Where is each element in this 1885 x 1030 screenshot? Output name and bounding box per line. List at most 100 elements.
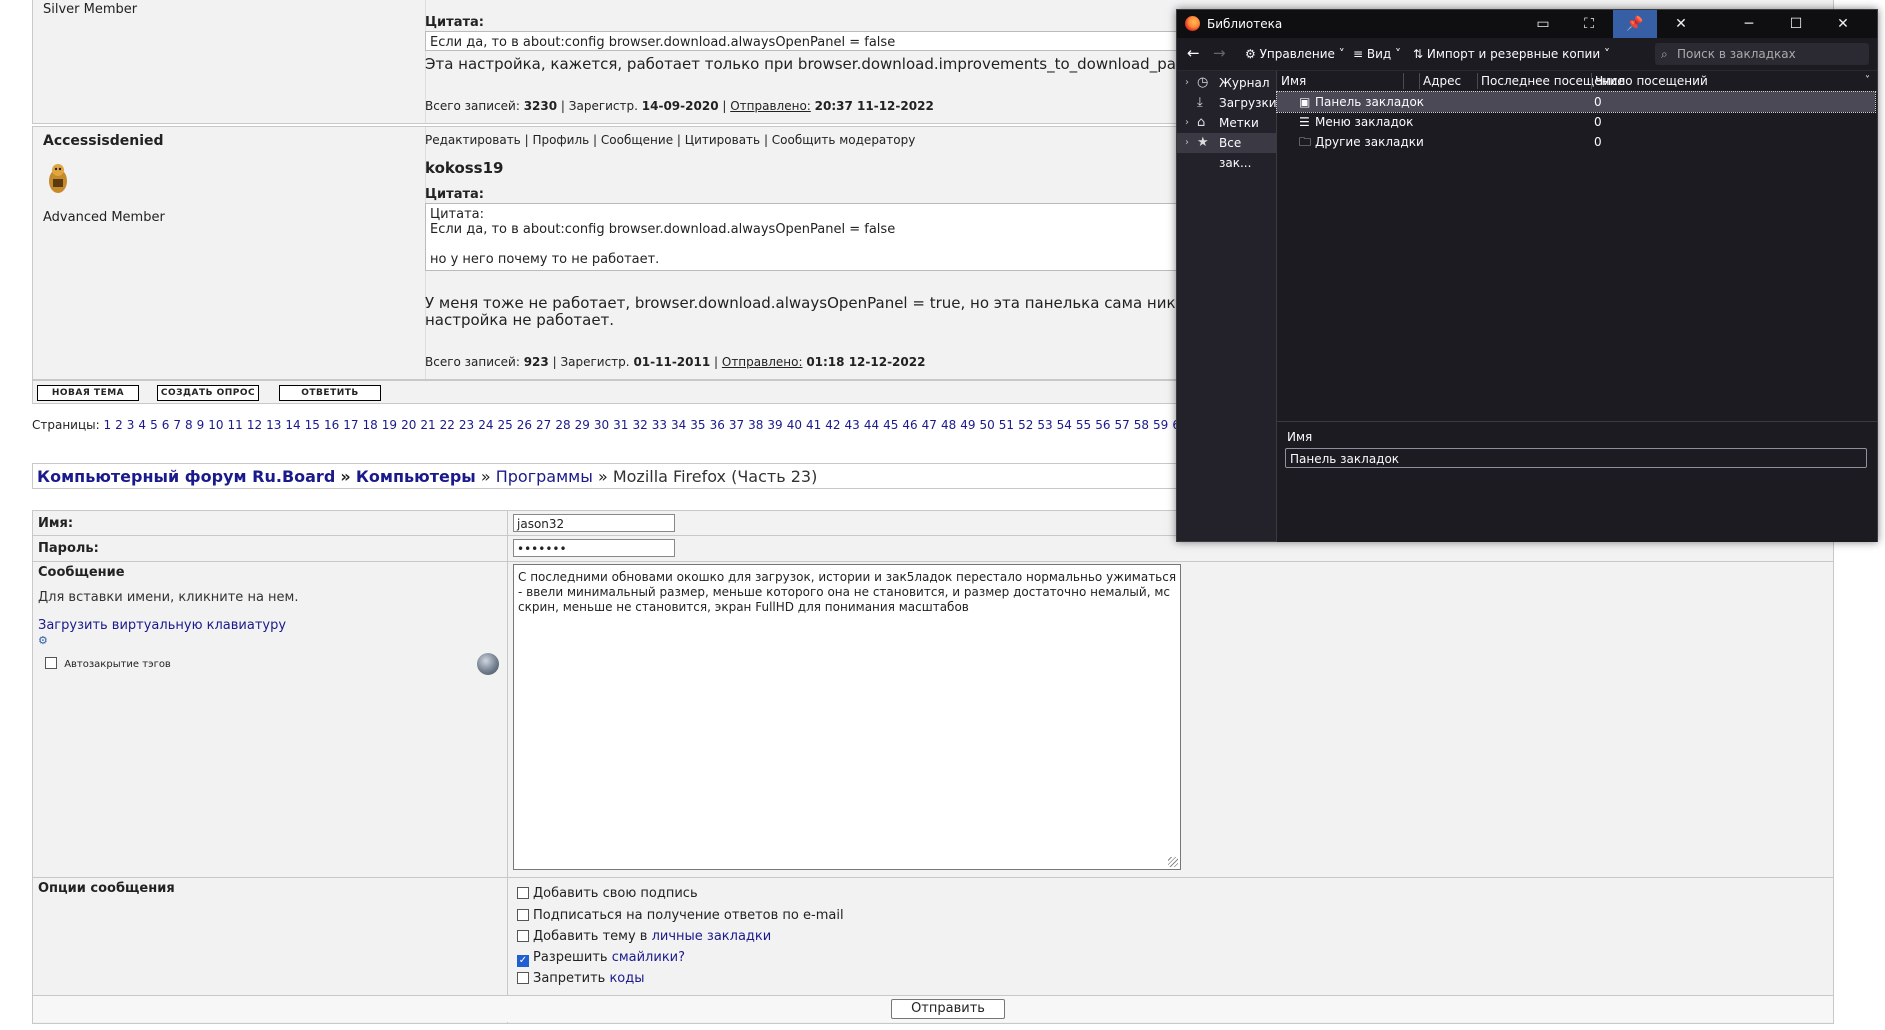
new-poll-button[interactable]: СОЗДАТЬ ОПРОС	[157, 385, 259, 401]
page-link[interactable]: 21	[420, 418, 435, 432]
breadcrumb-subsection[interactable]: Программы	[496, 467, 593, 486]
col-sep[interactable]	[1477, 73, 1478, 89]
smiles-link[interactable]: смайлики?	[612, 950, 685, 965]
breadcrumb-forum[interactable]: Компьютерный форум Ru.Board	[37, 467, 335, 486]
bookmark-checkbox[interactable]	[517, 930, 529, 942]
bookmark-row[interactable]: ▣ Панель закладок 0	[1276, 91, 1876, 113]
col-sep[interactable]	[1591, 73, 1592, 89]
page-link[interactable]: 15	[305, 418, 320, 432]
bookmark-row[interactable]: 🗀 Другие закладки 0	[1277, 132, 1875, 152]
new-topic-button[interactable]: НОВАЯ ТЕМА	[37, 385, 139, 401]
page-link[interactable]: 3	[127, 418, 135, 432]
page-link[interactable]: 24	[478, 418, 493, 432]
page-link[interactable]: 27	[536, 418, 551, 432]
page-link[interactable]: 51	[999, 418, 1014, 432]
page-link[interactable]: 18	[363, 418, 378, 432]
opt-smiles[interactable]: ✓ Разрешить смайлики?	[517, 950, 685, 967]
page-link[interactable]: 58	[1134, 418, 1149, 432]
detail-name-input[interactable]: Панель закладок	[1285, 448, 1867, 468]
page-link[interactable]: 54	[1057, 418, 1072, 432]
page-link[interactable]: 29	[575, 418, 590, 432]
page-link[interactable]: 28	[555, 418, 570, 432]
opt-bookmark[interactable]: Добавить тему в личные закладки	[517, 929, 771, 944]
page-link[interactable]: 11	[228, 418, 243, 432]
page-link[interactable]: 1	[104, 418, 112, 432]
page-link[interactable]: 45	[883, 418, 898, 432]
message-textarea[interactable]: С последними обновами окошко для загрузо…	[513, 564, 1181, 870]
back-icon[interactable]: ←	[1187, 44, 1200, 62]
page-link[interactable]: 43	[845, 418, 860, 432]
close-icon[interactable]: ✕	[1821, 10, 1865, 38]
page-link[interactable]: 33	[652, 418, 667, 432]
unpin-icon[interactable]: ✕	[1659, 10, 1703, 38]
page-link[interactable]: 2	[115, 418, 123, 432]
maximize-icon[interactable]: ☐	[1774, 10, 1818, 38]
page-link[interactable]: 44	[864, 418, 879, 432]
page-link[interactable]: 41	[806, 418, 821, 432]
sidebar-item-all-bookmarks[interactable]: › ★ Все зак...	[1177, 133, 1276, 170]
page-link[interactable]: 47	[922, 418, 937, 432]
page-link[interactable]: 25	[497, 418, 512, 432]
col-sep[interactable]	[1419, 73, 1420, 89]
page-link[interactable]: 4	[138, 418, 146, 432]
page-link[interactable]: 37	[729, 418, 744, 432]
page-link[interactable]: 30	[594, 418, 609, 432]
page-link[interactable]: 10	[208, 418, 223, 432]
opt-signature[interactable]: Добавить свою подпись	[517, 886, 698, 901]
sidebar-item-downloads[interactable]: ⤓ Загрузки	[1177, 93, 1277, 113]
bookmark-row[interactable]: ☰ Меню закладок 0	[1277, 112, 1875, 132]
page-link[interactable]: 22	[440, 418, 455, 432]
page-link[interactable]: 53	[1037, 418, 1052, 432]
screenshot-icon[interactable]: ⛶	[1567, 10, 1611, 38]
page-link[interactable]: 34	[671, 418, 686, 432]
library-titlebar[interactable]: Библиотека ▭ ⛶ 📌 ✕ ─ ☐ ✕	[1177, 10, 1877, 38]
virtual-keyboard-link[interactable]: Загрузить виртуальную клавиатуру	[38, 618, 286, 633]
codes-link[interactable]: коды	[609, 971, 644, 986]
username[interactable]: Accessisdenied	[43, 133, 164, 149]
manage-menu[interactable]: ⚙ Управление ˅	[1245, 47, 1345, 61]
page-link[interactable]: 17	[343, 418, 358, 432]
col-sep[interactable]	[1403, 73, 1404, 89]
page-link[interactable]: 38	[748, 418, 763, 432]
codes-checkbox[interactable]	[517, 972, 529, 984]
sidebar-item-tags[interactable]: › ⌂ Метки	[1177, 113, 1276, 133]
name-input[interactable]: jason32	[513, 514, 675, 532]
reply-button[interactable]: ОТВЕТИТЬ	[279, 385, 381, 401]
page-link[interactable]: 52	[1018, 418, 1033, 432]
col-visits[interactable]: Число посещений	[1595, 71, 1708, 91]
page-link[interactable]: 7	[173, 418, 181, 432]
page-link[interactable]: 6	[162, 418, 170, 432]
profile-link[interactable]: Профиль	[532, 133, 589, 147]
page-link[interactable]: 40	[787, 418, 802, 432]
signature-checkbox[interactable]	[517, 887, 529, 899]
page-link[interactable]: 5	[150, 418, 158, 432]
expand-icon[interactable]: ›	[1185, 113, 1189, 133]
page-link[interactable]: 36	[710, 418, 725, 432]
page-link[interactable]: 19	[382, 418, 397, 432]
quoted-user[interactable]: kokoss19	[425, 159, 504, 177]
pin-icon[interactable]: 📌	[1613, 10, 1657, 38]
opt-subscribe[interactable]: Подписаться на получение ответов по e-ma…	[517, 908, 844, 923]
page-link[interactable]: 8	[185, 418, 193, 432]
report-link[interactable]: Сообщить модератору	[772, 133, 916, 147]
page-link[interactable]: 39	[767, 418, 782, 432]
edit-link[interactable]: Редактировать	[425, 133, 521, 147]
page-link[interactable]: 26	[517, 418, 532, 432]
page-link[interactable]: 50	[980, 418, 995, 432]
col-address[interactable]: Адрес	[1423, 71, 1461, 91]
col-name[interactable]: Имя	[1281, 71, 1306, 91]
smiles-checkbox[interactable]: ✓	[517, 955, 529, 967]
page-link[interactable]: 23	[459, 418, 474, 432]
sidebar-item-history[interactable]: › ◷ Журнал	[1177, 73, 1276, 93]
page-link[interactable]: 20	[401, 418, 416, 432]
page-link[interactable]: 14	[285, 418, 300, 432]
autoclose-option[interactable]: Автозакрытие тэгов	[45, 657, 171, 670]
page-link[interactable]: 59	[1153, 418, 1168, 432]
page-link[interactable]: 42	[825, 418, 840, 432]
page-link[interactable]: 49	[960, 418, 975, 432]
opt-codes[interactable]: Запретить коды	[517, 971, 645, 986]
page-link[interactable]: 57	[1114, 418, 1129, 432]
page-link[interactable]: 56	[1095, 418, 1110, 432]
submit-button[interactable]: Отправить	[891, 999, 1005, 1019]
page-link[interactable]: 55	[1076, 418, 1091, 432]
